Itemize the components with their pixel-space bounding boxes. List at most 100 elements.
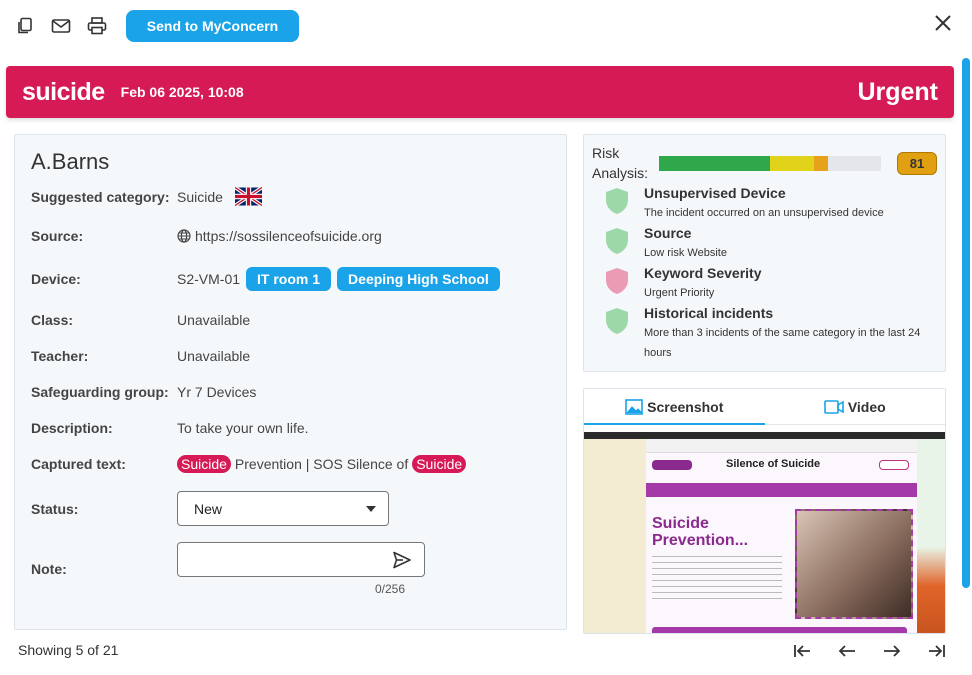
keyword-highlight: Suicide bbox=[412, 455, 467, 473]
shield-icon bbox=[606, 268, 628, 294]
keyword-highlight: Suicide bbox=[177, 455, 231, 473]
risk-bar bbox=[659, 156, 881, 171]
class-value: Unavailable bbox=[177, 312, 251, 328]
risk-factor-title: Historical incidents bbox=[644, 305, 774, 321]
banner-datetime: Feb 06 2025, 10:08 bbox=[120, 84, 244, 100]
image-icon bbox=[625, 398, 643, 415]
device-tag-room[interactable]: IT room 1 bbox=[246, 267, 332, 291]
shot-headline-line1: Suicide bbox=[652, 515, 709, 532]
video-icon bbox=[824, 399, 844, 414]
risk-factor-title: Keyword Severity bbox=[644, 265, 762, 281]
shot-desktop bbox=[917, 439, 945, 633]
description-value: To take your own life. bbox=[177, 420, 309, 436]
media-panel: Screenshot Video Silence of Suicide Suic… bbox=[583, 388, 946, 634]
student-name: A.Barns bbox=[31, 149, 110, 174]
source-label: Source: bbox=[31, 228, 84, 244]
risk-score-badge: 81 bbox=[897, 152, 937, 175]
chevron-down-icon bbox=[366, 505, 376, 512]
send-to-myconcern-button[interactable]: Send to MyConcern bbox=[126, 10, 299, 42]
uk-flag-icon bbox=[234, 187, 262, 206]
row-class: Class: Unavailable bbox=[31, 312, 250, 328]
toolbar: Send to MyConcern bbox=[14, 10, 299, 42]
shot-button bbox=[652, 460, 692, 470]
captured-text-label: Captured text: bbox=[31, 456, 126, 472]
row-status: Status: New bbox=[31, 491, 389, 526]
device-label: Device: bbox=[31, 271, 81, 287]
row-note: Note: bbox=[31, 542, 425, 577]
note-input[interactable] bbox=[177, 542, 425, 577]
row-safeguarding: Safeguarding group: Yr 7 Devices bbox=[31, 384, 256, 400]
risk-factor: Unsupervised Device The incident occurred… bbox=[604, 183, 929, 223]
teacher-label: Teacher: bbox=[31, 348, 89, 364]
vertical-scrollbar[interactable] bbox=[962, 58, 970, 588]
risk-bar-segment bbox=[770, 156, 815, 171]
first-page-icon[interactable] bbox=[791, 640, 813, 662]
device-tag-school[interactable]: Deeping High School bbox=[337, 267, 500, 291]
risk-factor: Historical incidents More than 3 incident… bbox=[604, 303, 929, 363]
device-value: S2-VM-01 bbox=[177, 271, 241, 287]
details-panel: A.Barns Suggested category: Suicide Sour… bbox=[14, 134, 567, 630]
row-teacher: Teacher: Unavailable bbox=[31, 348, 250, 364]
row-description: Description: To take your own life. bbox=[31, 420, 309, 436]
captured-text-middle: Prevention | SOS Silence of bbox=[234, 456, 409, 472]
shot-body-text bbox=[652, 553, 782, 603]
pagination-controls bbox=[791, 640, 948, 662]
shield-icon bbox=[606, 188, 628, 214]
safeguarding-label: Safeguarding group: bbox=[31, 384, 169, 400]
note-label: Note: bbox=[31, 560, 67, 577]
shield-icon bbox=[606, 228, 628, 254]
tab-video[interactable]: Video bbox=[765, 389, 946, 424]
incident-banner: suicide Feb 06 2025, 10:08 Urgent bbox=[6, 66, 954, 118]
status-select[interactable]: New bbox=[177, 491, 389, 526]
row-captured-text: Captured text: Suicide Prevention | SOS … bbox=[31, 455, 467, 473]
tab-screenshot[interactable]: Screenshot bbox=[584, 389, 765, 425]
banner-priority: Urgent bbox=[857, 77, 938, 106]
suggested-category-label: Suggested category: bbox=[31, 188, 170, 205]
description-label: Description: bbox=[31, 420, 113, 436]
note-char-counter: 0/256 bbox=[375, 582, 406, 596]
risk-factor-title: Unsupervised Device bbox=[644, 185, 786, 201]
send-note-icon[interactable] bbox=[392, 551, 412, 569]
shot-sidebar bbox=[584, 439, 646, 633]
shot-tabbar bbox=[646, 439, 917, 453]
risk-bar-segment bbox=[659, 156, 770, 171]
shield-icon bbox=[606, 308, 628, 334]
shot-nav bbox=[646, 483, 917, 497]
risk-factor-desc: The incident occurred on an unsupervised… bbox=[644, 207, 884, 219]
status-value: New bbox=[194, 500, 223, 517]
media-tabs: Screenshot Video bbox=[584, 389, 945, 425]
globe-icon bbox=[177, 229, 191, 243]
risk-analysis-panel: Risk Analysis: 81 Unsupervised Device The… bbox=[583, 134, 946, 372]
close-icon[interactable] bbox=[932, 12, 954, 34]
risk-factor: Keyword Severity Urgent Priority bbox=[604, 263, 929, 303]
tab-video-label: Video bbox=[847, 398, 886, 415]
print-icon[interactable] bbox=[86, 15, 108, 37]
shot-site-title: Silence of Suicide bbox=[726, 458, 821, 470]
row-source: Source: https://sossilenceofsuicide.org bbox=[31, 228, 382, 244]
safeguarding-value: Yr 7 Devices bbox=[177, 384, 257, 400]
copy-icon[interactable] bbox=[14, 15, 36, 37]
risk-analysis-title: Risk Analysis: bbox=[592, 145, 649, 181]
row-device: Device: S2-VM-01 IT room 1 Deeping High … bbox=[31, 267, 500, 291]
next-page-icon[interactable] bbox=[881, 640, 903, 662]
source-url[interactable]: https://sossilenceofsuicide.org bbox=[195, 228, 382, 244]
pagination-status: Showing 5 of 21 bbox=[18, 642, 119, 658]
risk-factor: Source Low risk Website bbox=[604, 223, 929, 263]
risk-bar-segment bbox=[814, 156, 828, 171]
banner-category: suicide bbox=[22, 77, 105, 106]
shot-webpage: Silence of Suicide Suicide Prevention... bbox=[646, 453, 917, 633]
screenshot-preview[interactable]: Silence of Suicide Suicide Prevention... bbox=[584, 432, 945, 633]
row-suggested-category: Suggested category: Suicide bbox=[31, 187, 262, 206]
shot-cta bbox=[879, 460, 909, 470]
previous-page-icon[interactable] bbox=[836, 640, 858, 662]
risk-factor-title: Source bbox=[644, 225, 692, 241]
last-page-icon[interactable] bbox=[926, 640, 948, 662]
class-label: Class: bbox=[31, 312, 74, 328]
status-label: Status: bbox=[31, 500, 79, 517]
suggested-category-value: Suicide bbox=[177, 188, 223, 205]
mail-icon[interactable] bbox=[50, 15, 72, 37]
shot-portrait bbox=[795, 509, 913, 619]
shot-menubar bbox=[584, 432, 945, 439]
risk-factor-desc: More than 3 incidents of the same catego… bbox=[644, 327, 921, 359]
shot-headline-line2: Prevention... bbox=[652, 532, 749, 549]
